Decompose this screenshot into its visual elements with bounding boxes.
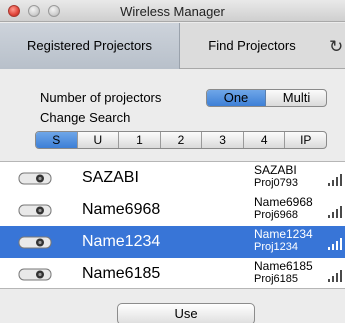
list-item[interactable]: Name1234 Name1234 Proj1234 (0, 226, 345, 258)
list-item[interactable]: SAZABI SAZABI Proj0793 (0, 162, 345, 194)
projector-model: Name6968 (254, 195, 313, 209)
projector-name: SAZABI (82, 169, 139, 186)
tab-registered-projectors[interactable]: Registered Projectors (0, 23, 180, 69)
window-title: Wireless Manager (120, 4, 225, 19)
projector-list: SAZABI SAZABI Proj0793 Name6968 Name6968… (0, 161, 345, 289)
search-1-segment[interactable]: 1 (119, 132, 161, 148)
count-segmented-control: One Multi (206, 89, 327, 107)
projector-icon (18, 236, 52, 249)
projector-name: Name6185 (82, 265, 161, 282)
search-s-segment[interactable]: S (36, 132, 78, 148)
projector-icon (18, 204, 52, 217)
signal-icon (328, 268, 345, 282)
search-segmented-control: S U 1 2 3 4 IP (35, 131, 327, 149)
count-one-segment[interactable]: One (207, 90, 266, 106)
projector-icon (18, 172, 52, 185)
projector-meta: Name1234 Proj1234 (254, 228, 313, 254)
search-3-segment[interactable]: 3 (202, 132, 244, 148)
search-u-segment[interactable]: U (78, 132, 120, 148)
list-item[interactable]: Name6185 Name6185 Proj6185 (0, 258, 345, 290)
projector-id: Proj0793 (254, 177, 299, 189)
projector-model: SAZABI (254, 163, 297, 177)
search-2-segment[interactable]: 2 (161, 132, 203, 148)
signal-icon (328, 172, 345, 186)
signal-icon (328, 236, 345, 250)
search-ip-segment[interactable]: IP (285, 132, 326, 148)
projector-model: Name6185 (254, 259, 313, 273)
use-button[interactable]: Use (117, 303, 255, 323)
count-label: Number of projectors (40, 90, 162, 105)
projector-model: Name1234 (254, 227, 313, 241)
projector-name: Name6968 (82, 201, 161, 218)
list-item[interactable]: Name6968 Name6968 Proj6968 (0, 194, 345, 226)
projector-icon (18, 268, 52, 281)
search-4-segment[interactable]: 4 (244, 132, 286, 148)
projector-id: Proj1234 (254, 241, 299, 253)
title-bar: Wireless Manager (0, 0, 345, 22)
projector-id: Proj6185 (254, 273, 299, 285)
projector-name: Name1234 (82, 233, 161, 250)
projector-meta: SAZABI Proj0793 (254, 164, 298, 190)
projector-meta: Name6185 Proj6185 (254, 260, 313, 286)
search-label: Change Search (40, 110, 131, 125)
tab-bar: Registered Projectors Find Projectors ↻ (0, 23, 345, 69)
projector-meta: Name6968 Proj6968 (254, 196, 313, 222)
count-multi-segment[interactable]: Multi (267, 90, 326, 106)
projector-id: Proj6968 (254, 209, 299, 221)
signal-icon (328, 204, 345, 218)
tab-find-projectors[interactable]: Find Projectors (182, 23, 322, 69)
refresh-icon[interactable]: ↻ (329, 37, 343, 57)
